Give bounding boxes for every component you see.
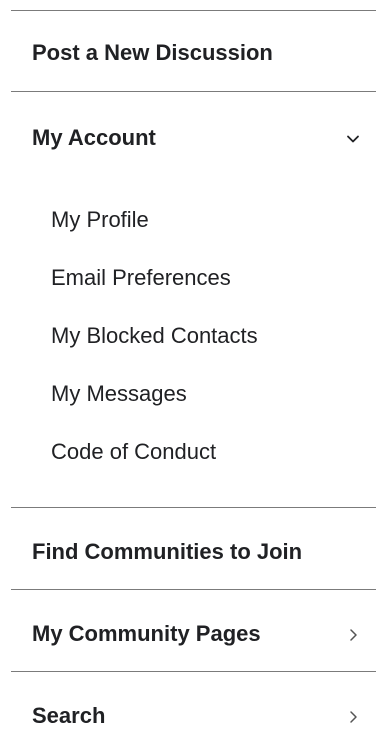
- search-label: Search: [32, 703, 106, 728]
- my-community-pages-label: My Community Pages: [32, 621, 261, 646]
- find-communities-label: Find Communities to Join: [32, 539, 303, 564]
- submenu-item-email-preferences[interactable]: Email Preferences: [51, 264, 231, 292]
- my-account-label: My Account: [32, 125, 156, 150]
- chevron-right-icon: [344, 626, 362, 644]
- my-community-pages-link[interactable]: My Community Pages: [0, 590, 376, 670]
- submenu-item-code-of-conduct[interactable]: Code of Conduct: [51, 438, 216, 466]
- post-new-discussion-label: Post a New Discussion: [32, 40, 273, 65]
- submenu-item-my-blocked-contacts[interactable]: My Blocked Contacts: [51, 322, 258, 350]
- post-new-discussion-link[interactable]: Post a New Discussion: [0, 12, 376, 90]
- my-account-toggle[interactable]: My Account: [0, 92, 376, 180]
- submenu-item-my-messages[interactable]: My Messages: [51, 380, 187, 408]
- find-communities-link[interactable]: Find Communities to Join: [0, 508, 376, 588]
- chevron-down-icon: [344, 130, 362, 148]
- divider-top: [11, 10, 376, 11]
- submenu-item-my-profile[interactable]: My Profile: [51, 206, 149, 234]
- search-link[interactable]: Search: [0, 672, 376, 748]
- navigation-menu: Post a New Discussion My Account My Prof…: [0, 0, 376, 748]
- chevron-right-icon: [344, 708, 362, 726]
